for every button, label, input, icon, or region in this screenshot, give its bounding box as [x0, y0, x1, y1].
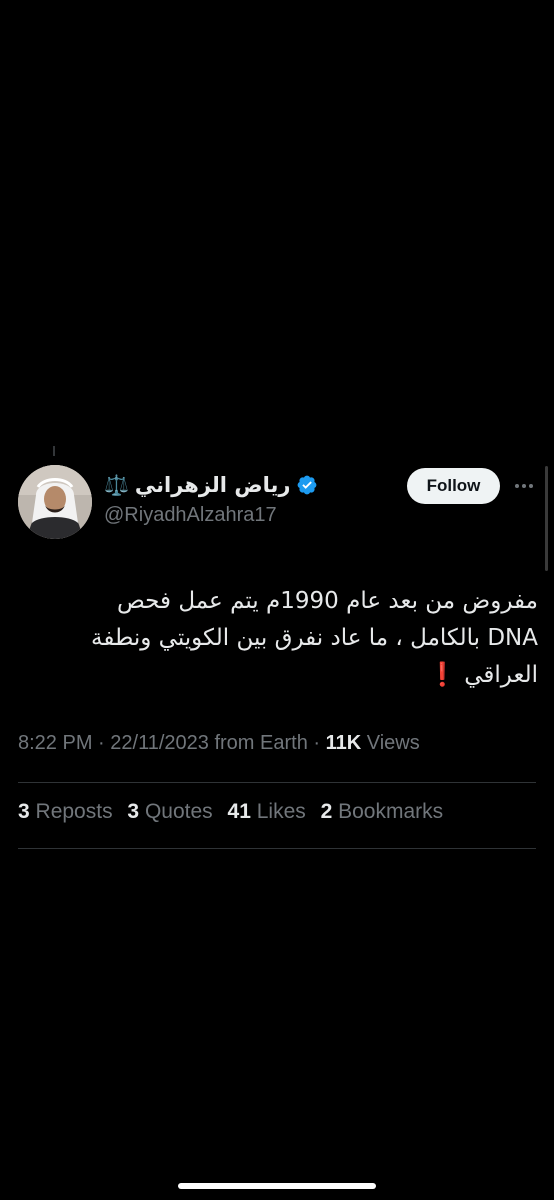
tweet-text-line-2: DNA بالكامل ، ما عاد نفرق بين الكويتي ون… [91, 625, 538, 651]
bookmarks-label: Bookmarks [338, 800, 444, 823]
avatar-photo [18, 465, 92, 539]
likes-stat[interactable]: 41 Likes [228, 800, 306, 823]
tweet-text: مفروض من بعد عام 1990م يتم عمل فحص DNA ب… [18, 583, 538, 694]
divider [18, 848, 536, 849]
likes-label: Likes [256, 800, 306, 823]
avatar[interactable] [18, 465, 92, 539]
thread-connector-line [53, 446, 55, 456]
follow-button[interactable]: Follow [407, 468, 500, 504]
quotes-label: Quotes [144, 800, 213, 823]
quotes-count: 3 [127, 800, 140, 823]
divider [18, 782, 536, 783]
views-label: Views [366, 732, 420, 754]
author-display-name[interactable]: رياض الزهراني [135, 473, 291, 497]
reposts-count: 3 [18, 800, 30, 823]
home-indicator[interactable] [178, 1183, 376, 1189]
author-name-row[interactable]: ⚖️ رياض الزهراني [104, 470, 318, 500]
more-dot [522, 484, 526, 488]
reposts-stat[interactable]: 3 Reposts [18, 800, 113, 823]
exclamation-icon: ❗ [428, 662, 457, 688]
verified-badge-icon [298, 475, 317, 495]
quotes-stat[interactable]: 3 Quotes [127, 800, 212, 823]
tweet-date[interactable]: 22/11/2023 [110, 732, 209, 754]
tweet-meta: 8:22 PM · 22/11/2023 from Earth · 11K Vi… [18, 732, 420, 754]
views-count: 11K [325, 732, 362, 754]
balance-scale-icon: ⚖️ [104, 473, 129, 497]
bookmarks-count: 2 [320, 800, 333, 823]
more-dot [529, 484, 533, 488]
tweet-time[interactable]: 8:22 PM [18, 732, 92, 754]
engagement-stats: 3 Reposts 3 Quotes 41 Likes 2 Bookmarks [18, 800, 452, 824]
reposts-label: Reposts [35, 800, 113, 823]
tweet-source: from Earth [214, 732, 308, 754]
scrollbar[interactable] [545, 466, 548, 571]
more-icon[interactable] [512, 476, 536, 496]
bookmarks-stat[interactable]: 2 Bookmarks [321, 800, 444, 823]
likes-count: 41 [227, 800, 251, 823]
tweet-text-line-3: العراقي [464, 662, 538, 688]
more-dot [515, 484, 519, 488]
tweet-text-line-1: مفروض من بعد عام 1990م يتم عمل فحص [116, 588, 538, 614]
author-handle[interactable]: @RiyadhAlzahra17 [104, 504, 277, 527]
